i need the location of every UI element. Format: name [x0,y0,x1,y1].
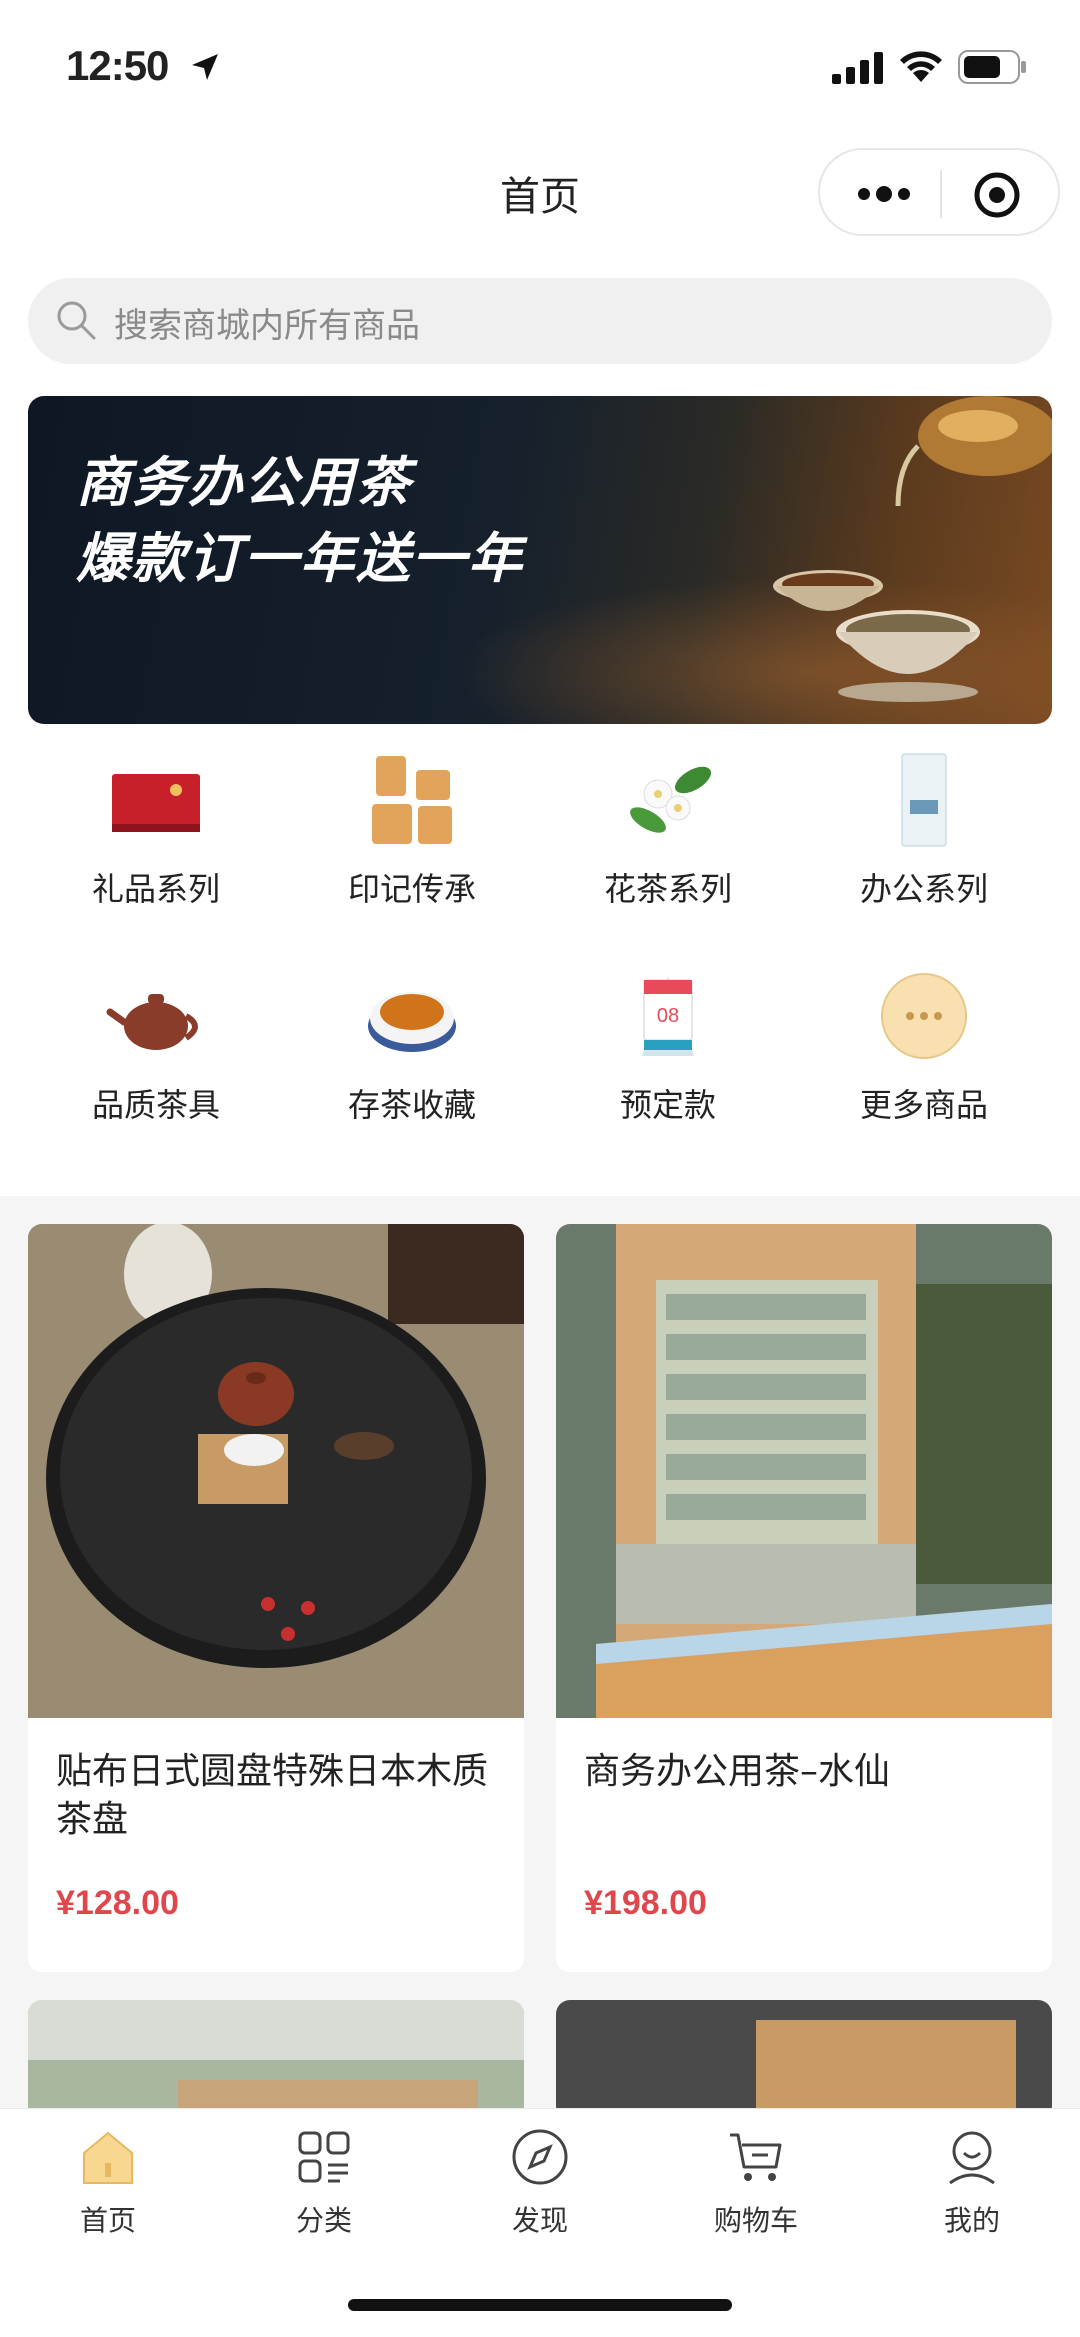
tea-kettle-image [895,396,1052,507]
status-bar: 12:50 [0,0,1080,134]
cellular-signal-icon [832,52,883,84]
tea-bowl-image [836,610,980,702]
product-title: 贴布日式圆盘特殊日本木质茶盘 [56,1751,489,1840]
battery-icon [958,50,1026,84]
category-label: 印记传承 [347,870,476,908]
tea-bowl-icon [368,992,456,1052]
category-label: 花茶系列 [603,870,732,908]
wifi-icon [900,51,942,82]
product-price: ¥128.00 [56,1884,179,1922]
tea-pack-icon [901,753,947,847]
category-label: 更多商品 [859,1086,988,1124]
product-price: ¥198.00 [584,1884,707,1922]
category-icon [298,2131,350,2183]
category-label: 办公系列 [859,870,988,908]
product-card[interactable] [556,2000,1052,2120]
capsule-divider [940,170,942,218]
product-card[interactable] [28,2000,524,2120]
product-image [28,1224,524,1718]
gift-box-icon [112,774,200,832]
status-time: 12:50 [66,42,169,89]
banner-headline: 商务办公用茶 [76,451,412,514]
search-placeholder: 搜索商城内所有商品 [114,306,420,346]
tab-label: 分类 [295,2204,352,2237]
product-title: 商务办公用茶–水仙 [584,1751,891,1792]
tab-label: 我的 [943,2204,1000,2237]
profile-icon [949,2131,995,2185]
category-label: 礼品系列 [91,870,220,908]
compass-icon [512,2129,568,2185]
search-icon [57,301,96,340]
mini-program-capsule [818,148,1060,236]
home-top-area: 商务办公用茶 爆款订一年送一年 礼品系列 印记传承 花茶系列 办公系列 品质茶具… [0,380,1080,1196]
search-section: 搜索商城内所有商品 [0,250,1080,380]
product-card[interactable]: 商务办公用茶–水仙 ¥198.00 [556,1224,1052,1972]
product-image [556,1224,1052,1718]
svg-text:08: 08 [657,1005,679,1027]
product-card[interactable]: 贴布日式圆盘特殊日本木质茶盘 ¥128.00 [28,1224,524,1972]
home-icon [83,2131,133,2184]
tab-label: 购物车 [713,2204,798,2237]
category-label: 预定款 [619,1086,716,1124]
promo-banner[interactable]: 商务办公用茶 爆款订一年送一年 [28,396,1052,724]
product-image [28,2000,524,2120]
tab-label: 首页 [79,2204,136,2237]
more-menu-icon[interactable] [856,182,912,206]
close-miniprogram-icon[interactable] [974,172,1020,218]
banner-subheadline: 爆款订一年送一年 [76,527,524,590]
brand-logo-icon [372,756,452,844]
teapot-icon [106,994,198,1050]
category-label: 品质茶具 [91,1086,220,1124]
category-label: 存茶收藏 [347,1086,476,1124]
more-dots-icon [881,973,967,1059]
nav-bar: 首页 [0,134,1080,250]
calendar-icon: 08 [642,976,694,1056]
home-indicator[interactable] [348,2299,732,2311]
cart-icon [730,2133,782,2181]
jasmine-flower-icon [630,766,712,833]
location-arrow-icon [192,54,218,80]
tab-label: 发现 [511,2204,568,2237]
search-input[interactable]: 搜索商城内所有商品 [28,278,1052,364]
product-image [556,2000,1052,2120]
